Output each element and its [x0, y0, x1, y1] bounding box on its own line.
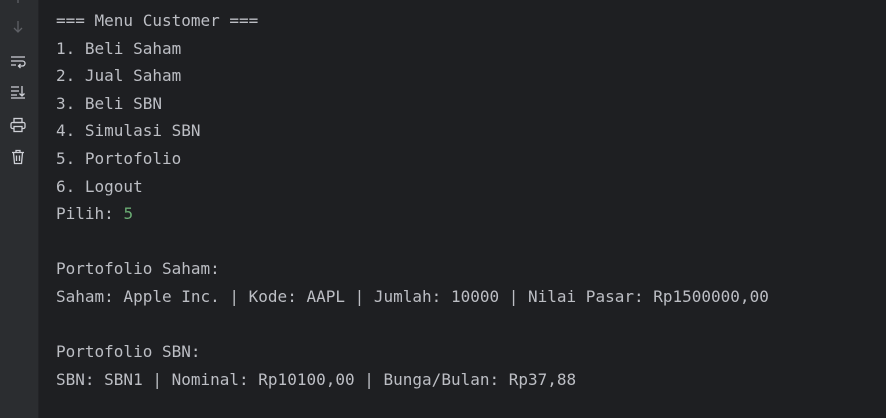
- menu-header: === Menu Customer ===: [56, 11, 259, 30]
- saham-header: Portofolio Saham:: [56, 259, 220, 279]
- menu-item: 4. Simulasi SBN: [56, 121, 201, 141]
- user-input: 5: [123, 204, 134, 224]
- prompt-line: Pilih: 5: [56, 200, 886, 228]
- run-console-window: === Menu Customer === 1. Beli Saham 2. J…: [0, 0, 886, 418]
- sbn-entry: SBN: SBN1 | Nominal: Rp10100,00 | Bunga/…: [56, 369, 577, 389]
- saham-entry: Saham: Apple Inc. | Kode: AAPL | Jumlah:…: [56, 286, 769, 306]
- arrow-down-icon[interactable]: [7, 16, 29, 38]
- trash-icon[interactable]: [7, 146, 29, 168]
- prompt-label: Pilih:: [56, 204, 124, 224]
- menu-item: 5. Portofolio: [56, 148, 182, 168]
- console-output: === Menu Customer === 1. Beli Saham 2. J…: [39, 0, 886, 418]
- menu-item: 2. Jual Saham: [56, 66, 182, 86]
- sbn-header: Portofolio SBN:: [56, 342, 201, 362]
- menu-item: 3. Beli SBN: [56, 93, 162, 113]
- menu-item: 1. Beli Saham: [56, 38, 182, 58]
- scroll-to-end-icon[interactable]: [7, 81, 29, 103]
- menu-item: 6. Logout: [56, 176, 143, 196]
- print-icon[interactable]: [7, 114, 29, 136]
- soft-wrap-icon[interactable]: [7, 50, 29, 72]
- arrow-up-icon[interactable]: [7, 0, 29, 8]
- console-toolbar: [0, 0, 39, 418]
